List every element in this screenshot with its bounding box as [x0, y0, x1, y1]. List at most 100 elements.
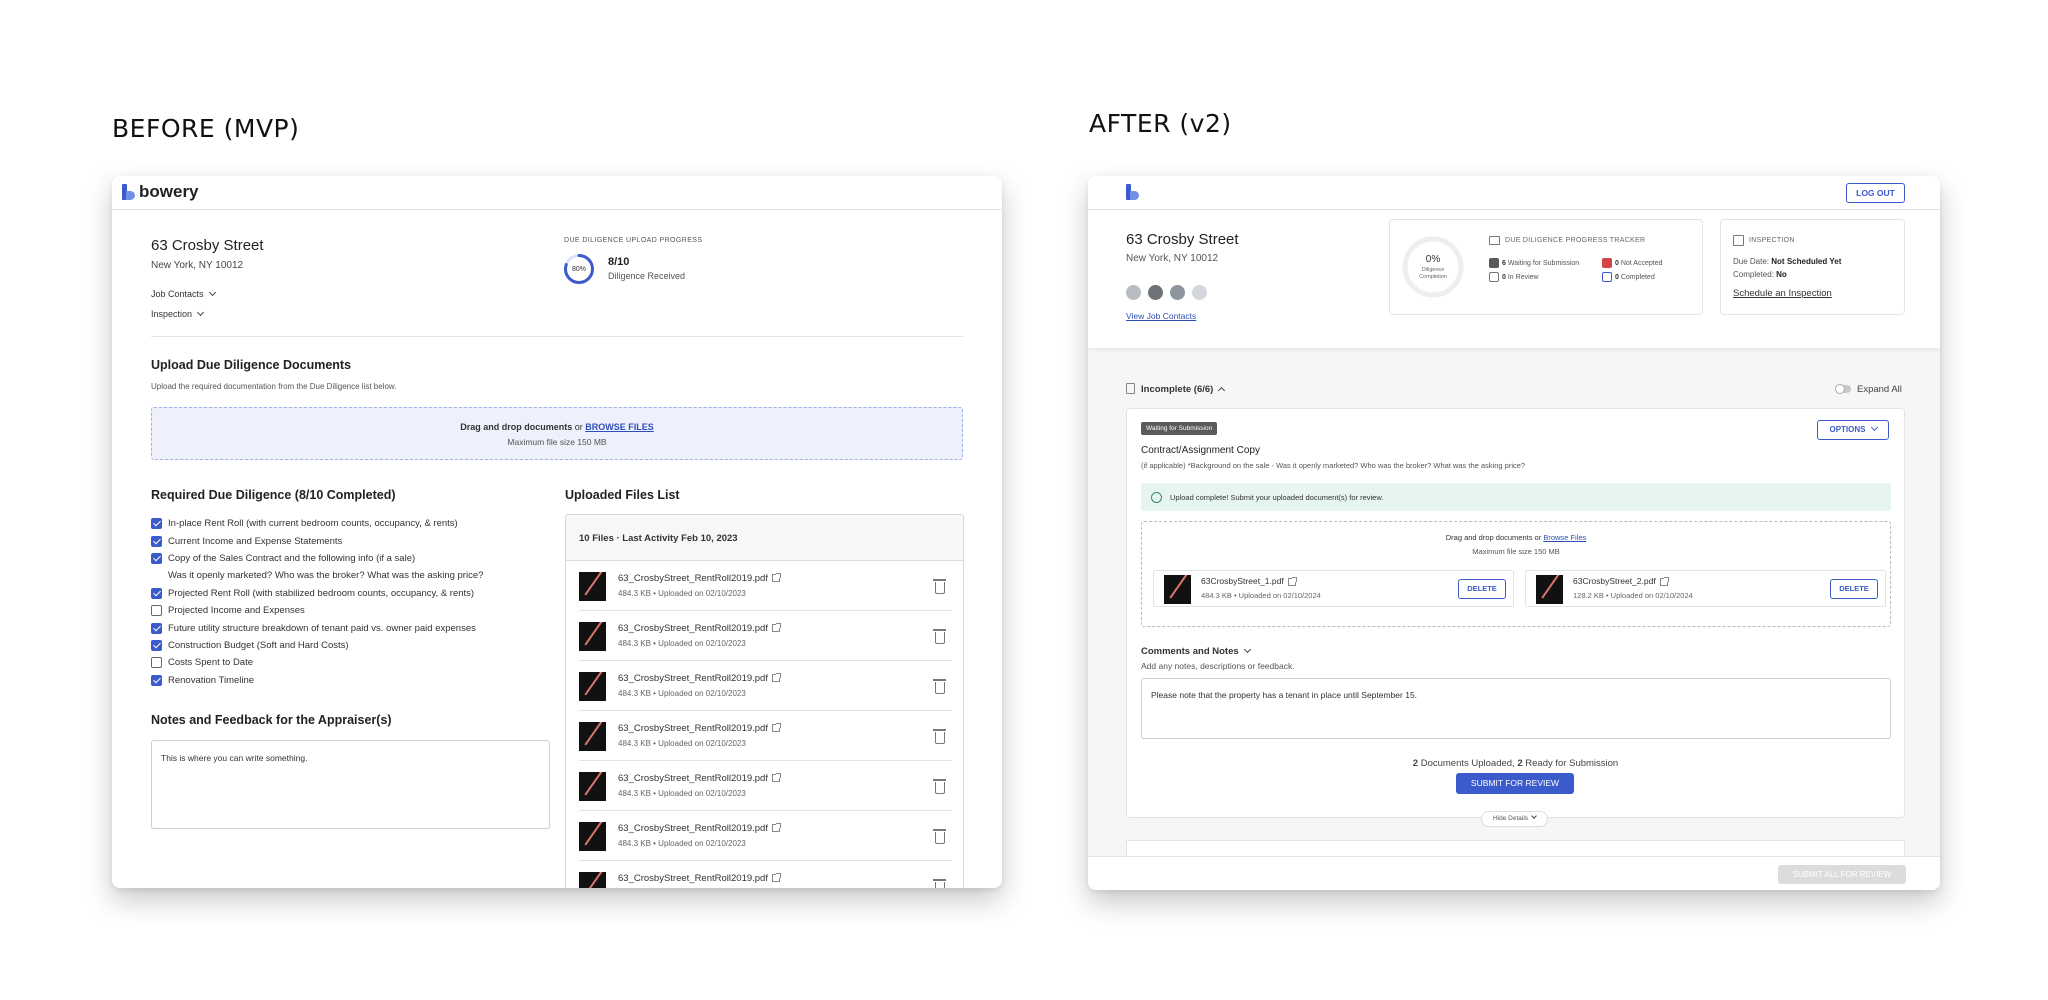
- checkbox[interactable]: [151, 657, 162, 669]
- upload-dropzone[interactable]: Drag and drop documents or Browse Files …: [1141, 521, 1891, 627]
- comments-textarea[interactable]: Please note that the property has a tena…: [1141, 678, 1891, 739]
- checklist-label: Projected Income and Expenses: [168, 605, 305, 617]
- checklist-item[interactable]: Future utility structure breakdown of te…: [151, 619, 531, 636]
- file-thumbnail: [1536, 575, 1563, 604]
- file-name[interactable]: 63_CrosbyStreet_RentRoll2019.pdf: [618, 773, 781, 784]
- checklist-item[interactable]: Projected Rent Roll (with stabilized bed…: [151, 585, 531, 602]
- checklist-item[interactable]: Costs Spent to Date: [151, 654, 531, 671]
- checkbox[interactable]: [151, 518, 162, 530]
- upload-progress-heading: DUE DILIGENCE UPLOAD PROGRESS: [564, 237, 703, 244]
- upload-complete-message: Upload complete! Submit your uploaded do…: [1170, 493, 1384, 502]
- notes-textarea[interactable]: This is where you can write something.: [151, 740, 550, 829]
- avatar[interactable]: [1146, 283, 1165, 302]
- submission-summary: 2 Documents Uploaded, 2 Ready for Submis…: [1412, 758, 1619, 769]
- in-review-square-icon: [1489, 272, 1499, 282]
- tracker-waiting: 6 Waiting for Submission: [1489, 258, 1579, 268]
- options-button[interactable]: OPTIONS: [1817, 420, 1889, 440]
- checklist-item[interactable]: In-place Rent Roll (with current bedroom…: [151, 515, 531, 532]
- trash-icon[interactable]: [933, 629, 946, 649]
- hide-details-button[interactable]: Hide Details: [1481, 811, 1548, 827]
- upload-title: Upload Due Diligence Documents: [151, 358, 352, 372]
- trash-icon[interactable]: [933, 579, 946, 599]
- checklist-item[interactable]: Construction Budget (Soft and Hard Costs…: [151, 637, 531, 654]
- inspection-completed: Completed: No: [1733, 270, 1787, 279]
- expand-all-label[interactable]: Expand All: [1857, 384, 1902, 395]
- checklist-item[interactable]: Projected Income and Expenses: [151, 602, 531, 619]
- files-title: Uploaded Files List: [565, 488, 680, 502]
- bowery-logo-icon[interactable]: [1126, 184, 1140, 202]
- file-name[interactable]: 63CrosbyStreet_2.pdf: [1573, 576, 1669, 586]
- avatar[interactable]: [1168, 283, 1187, 302]
- checkbox[interactable]: [151, 535, 162, 547]
- checklist-item[interactable]: Current Income and Expense Statements: [151, 532, 531, 549]
- completion-line2: Completion: [1419, 274, 1447, 280]
- upload-progress-count: 8/10: [608, 256, 630, 268]
- upload-subtitle: Upload the required documentation from t…: [151, 382, 397, 391]
- checkbox[interactable]: [151, 587, 162, 599]
- checklist-item[interactable]: Renovation Timeline: [151, 672, 531, 689]
- file-name[interactable]: 63_CrosbyStreet_RentRoll2019.pdf: [618, 573, 781, 584]
- completed-square-icon: [1602, 272, 1612, 282]
- bowery-logo-icon[interactable]: [122, 184, 135, 202]
- trash-icon[interactable]: [933, 679, 946, 699]
- file-name[interactable]: 63_CrosbyStreet_RentRoll2019.pdf: [618, 723, 781, 734]
- checkbox[interactable]: [151, 605, 162, 617]
- browse-files-link[interactable]: BROWSE FILES: [585, 422, 654, 432]
- document-title: Contract/Assignment Copy: [1141, 445, 1260, 456]
- file-name[interactable]: 63_CrosbyStreet_RentRoll2019.pdf: [618, 823, 781, 834]
- property-address: 63 Crosby Street: [1126, 231, 1239, 248]
- submit-for-review-button[interactable]: SUBMIT FOR REVIEW: [1456, 773, 1574, 794]
- file-thumbnail: [579, 672, 606, 701]
- property-city: New York, NY 10012: [1126, 253, 1219, 264]
- inspection-label: Inspection: [151, 309, 193, 319]
- expand-all-toggle[interactable]: [1835, 384, 1851, 394]
- file-name[interactable]: 63CrosbyStreet_1.pdf: [1201, 576, 1297, 586]
- incomplete-section-toggle[interactable]: Incomplete (6/6): [1141, 384, 1226, 395]
- dropzone-or: or: [572, 422, 586, 432]
- property-summary: 63 Crosby Street New York, NY 10012 View…: [1088, 210, 1940, 348]
- submit-all-button[interactable]: SUBMIT ALL FOR REVIEW: [1778, 865, 1906, 884]
- upload-dropzone[interactable]: Drag and drop documents or BROWSE FILES …: [151, 407, 963, 460]
- file-name[interactable]: 63_CrosbyStreet_RentRoll2019.pdf: [618, 623, 781, 634]
- checkbox[interactable]: [151, 552, 162, 564]
- uploaded-file-card: 63CrosbyStreet_1.pdf 484.3 KB • Uploaded…: [1153, 570, 1514, 607]
- external-link-icon: [1287, 576, 1297, 586]
- checklist-item[interactable]: Copy of the Sales Contract and the follo…: [151, 550, 531, 567]
- trash-icon[interactable]: [933, 729, 946, 749]
- after-footer: SUBMIT ALL FOR REVIEW: [1088, 856, 1940, 890]
- browse-files-link[interactable]: Browse Files: [1543, 533, 1586, 542]
- external-link-icon: [771, 873, 781, 883]
- file-name[interactable]: 63_CrosbyStreet_RentRoll2019.pdf: [618, 673, 781, 684]
- not-accepted-square-icon: [1602, 258, 1612, 268]
- avatar[interactable]: [1124, 283, 1143, 302]
- checkbox[interactable]: [151, 674, 162, 686]
- comments-toggle[interactable]: Comments and Notes: [1141, 645, 1251, 657]
- status-badge: Waiting for Submission: [1141, 422, 1218, 435]
- trash-icon[interactable]: [933, 779, 946, 799]
- schedule-inspection-link[interactable]: Schedule an Inspection: [1733, 288, 1832, 299]
- trash-icon[interactable]: [933, 829, 946, 849]
- upload-complete-banner: Upload complete! Submit your uploaded do…: [1141, 483, 1891, 511]
- checkbox[interactable]: [151, 639, 162, 651]
- file-thumbnail: [579, 572, 606, 601]
- inspection-toggle[interactable]: Inspection: [151, 308, 205, 319]
- checkbox[interactable]: [151, 622, 162, 634]
- job-contacts-toggle[interactable]: Job Contacts: [151, 288, 216, 299]
- checklist-label: Costs Spent to Date: [168, 657, 254, 669]
- file-name[interactable]: 63_CrosbyStreet_RentRoll2019.pdf: [618, 873, 781, 884]
- delete-button[interactable]: DELETE: [1830, 579, 1878, 599]
- file-thumbnail: [579, 872, 606, 888]
- trash-icon[interactable]: [933, 879, 946, 888]
- comments-text: Please note that the property has a tena…: [1151, 690, 1418, 700]
- logout-button[interactable]: LOG OUT: [1846, 183, 1905, 203]
- view-job-contacts-link[interactable]: View Job Contacts: [1126, 311, 1196, 321]
- delete-button[interactable]: DELETE: [1458, 579, 1506, 599]
- checklist-label: Copy of the Sales Contract and the follo…: [168, 552, 416, 564]
- checklist-label: In-place Rent Roll (with current bedroom…: [168, 518, 458, 530]
- required-list: In-place Rent Roll (with current bedroom…: [151, 515, 531, 689]
- file-meta: 128.2 KB • Uploaded on 02/10/2024: [1573, 591, 1693, 600]
- before-header: bowery: [112, 176, 1002, 210]
- avatar[interactable]: [1190, 283, 1209, 302]
- dropzone-label: Drag and drop documents: [460, 422, 573, 432]
- file-meta: 484.3 KB • Uploaded on 02/10/2023: [618, 739, 746, 748]
